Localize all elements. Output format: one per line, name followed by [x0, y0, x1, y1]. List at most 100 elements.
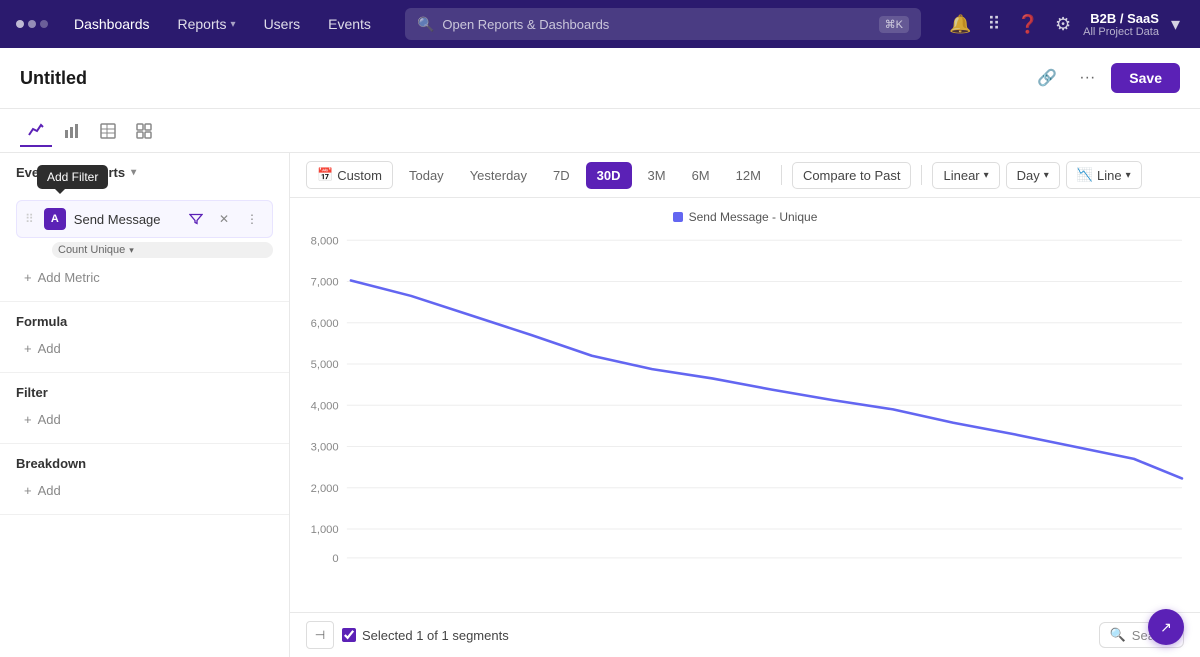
nav-events[interactable]: Events — [318, 12, 381, 36]
collapse-sidebar-button[interactable]: ⊣ — [306, 621, 334, 649]
30d-button[interactable]: 30D — [586, 162, 632, 189]
yesterday-button[interactable]: Yesterday — [460, 163, 537, 188]
custom-date-button[interactable]: 📅 Custom — [306, 161, 393, 189]
collapse-icon: ⊣ — [315, 628, 325, 642]
header-actions: 🔗 ··· Save — [1031, 62, 1180, 94]
custom-label: Custom — [337, 168, 382, 183]
events-cohorts-chevron-icon: ▾ — [131, 167, 136, 178]
nav-dashboards[interactable]: Dashboards — [64, 12, 160, 36]
add-breakdown-button[interactable]: + Add — [16, 479, 273, 502]
legend-text: Send Message - Unique — [689, 210, 818, 224]
nav-reports[interactable]: Reports ▾ — [168, 12, 246, 36]
project-sub: All Project Data — [1083, 26, 1159, 38]
metric-badge: A — [44, 208, 66, 230]
tab-table[interactable] — [92, 115, 124, 147]
share-link-button[interactable]: 🔗 — [1031, 62, 1063, 94]
metric-name: Send Message — [74, 212, 176, 227]
apps-icon[interactable]: ⠿ — [983, 10, 1004, 39]
chart-toolbar: 📅 Custom Today Yesterday 7D 30D 3M 6M 12… — [290, 153, 1200, 198]
add-filter-button[interactable]: + Add — [16, 408, 273, 431]
tooltip-text: Add Filter — [47, 170, 98, 184]
line-chart-small-icon: 📉 — [1077, 167, 1093, 183]
compare-to-past-button[interactable]: Compare to Past — [792, 162, 912, 189]
nav-users[interactable]: Users — [254, 12, 311, 36]
segment-checkbox[interactable] — [342, 628, 356, 642]
svg-text:5,000: 5,000 — [311, 359, 339, 371]
line-type-button[interactable]: 📉 Line ▾ — [1066, 161, 1142, 189]
7d-button[interactable]: 7D — [543, 163, 580, 188]
add-metric-plus-icon: + — [24, 270, 32, 285]
project-name: B2B / SaaS — [1083, 11, 1159, 26]
sidebar: Events & Cohorts ▾ Add Filter ⠿ A Send M… — [0, 153, 290, 657]
6m-button[interactable]: 6M — [682, 163, 720, 188]
line-chevron-icon: ▾ — [1126, 170, 1131, 181]
breakdown-section: Breakdown + Add — [0, 444, 289, 515]
metric-item: Add Filter ⠿ A Send Message ✕ ⋮ — [16, 200, 273, 238]
reports-chevron-icon: ▾ — [231, 19, 236, 30]
linear-label: Linear — [943, 168, 979, 183]
settings-icon[interactable]: ⚙ — [1051, 10, 1075, 39]
add-metric-button[interactable]: + Add Metric — [16, 266, 273, 289]
filter-label: Filter — [16, 385, 273, 400]
svg-text:8,000: 8,000 — [311, 235, 339, 247]
more-options-button[interactable]: ··· — [1071, 62, 1103, 94]
project-chevron-icon[interactable]: ▾ — [1167, 10, 1184, 39]
toolbar-divider — [781, 165, 782, 185]
add-breakdown-plus-icon: + — [24, 483, 32, 498]
segment-info: Selected 1 of 1 segments — [342, 628, 509, 643]
bar-chart-icon — [63, 122, 81, 140]
project-info[interactable]: B2B / SaaS All Project Data — [1083, 11, 1159, 38]
notifications-icon[interactable]: 🔔 — [945, 10, 975, 39]
svg-text:1,000: 1,000 — [311, 524, 339, 536]
filter-section: Filter + Add — [0, 373, 289, 444]
chart-area: 📅 Custom Today Yesterday 7D 30D 3M 6M 12… — [290, 153, 1200, 657]
3m-button[interactable]: 3M — [638, 163, 676, 188]
metric-more-button[interactable]: ⋮ — [240, 207, 264, 231]
page-header: Untitled 🔗 ··· Save — [0, 48, 1200, 109]
add-filter-plus-icon: + — [24, 412, 32, 427]
logo-dot-3 — [40, 20, 48, 28]
line-label: Line — [1097, 168, 1122, 183]
tab-line-chart[interactable] — [20, 115, 52, 147]
12m-button[interactable]: 12M — [726, 163, 771, 188]
tab-grid[interactable] — [128, 115, 160, 147]
share-fab-button[interactable]: ↗ — [1148, 609, 1184, 645]
tab-bar-chart[interactable] — [56, 115, 88, 147]
svg-text:2,000: 2,000 — [311, 483, 339, 495]
formula-section: Formula + Add — [0, 302, 289, 373]
formula-label: Formula — [16, 314, 273, 329]
events-cohorts-section: Events & Cohorts ▾ Add Filter ⠿ A Send M… — [0, 153, 289, 302]
search-placeholder-text: Open Reports & Dashboards — [442, 17, 609, 32]
remove-metric-button[interactable]: ✕ — [212, 207, 236, 231]
calendar-icon: 📅 — [317, 167, 333, 183]
chart-legend: Send Message - Unique — [306, 210, 1184, 224]
today-button[interactable]: Today — [399, 163, 454, 188]
topnav-right: 🔔 ⠿ ❓ ⚙ B2B / SaaS All Project Data ▾ — [945, 10, 1184, 39]
help-icon[interactable]: ❓ — [1013, 10, 1043, 39]
global-search[interactable]: 🔍 Open Reports & Dashboards ⌘K — [405, 8, 921, 40]
count-unique-badge[interactable]: Count Unique ▾ — [52, 242, 273, 258]
count-unique-chevron-icon: ▾ — [129, 245, 134, 256]
svg-text:4,000: 4,000 — [311, 400, 339, 412]
count-unique-label: Count Unique — [58, 244, 125, 256]
day-button[interactable]: Day ▾ — [1006, 162, 1060, 189]
save-button[interactable]: Save — [1111, 63, 1180, 93]
filter-button[interactable] — [184, 207, 208, 231]
add-formula-button[interactable]: + Add — [16, 337, 273, 360]
add-filter-tooltip: Add Filter — [37, 165, 108, 189]
breakdown-label: Breakdown — [16, 456, 273, 471]
logo-dot-2 — [28, 20, 36, 28]
linear-chevron-icon: ▾ — [984, 170, 989, 181]
add-metric-label: Add Metric — [38, 270, 100, 285]
logo[interactable] — [16, 20, 48, 28]
chart-type-tabs — [0, 109, 1200, 153]
page-title: Untitled — [20, 68, 1031, 89]
svg-text:7,000: 7,000 — [311, 277, 339, 289]
search-shortcut: ⌘K — [879, 16, 909, 33]
line-chart-icon — [27, 121, 45, 139]
drag-handle-icon[interactable]: ⠿ — [25, 212, 34, 226]
svg-text:6,000: 6,000 — [311, 318, 339, 330]
add-formula-label: Add — [38, 341, 61, 356]
logo-dot-1 — [16, 20, 24, 28]
linear-button[interactable]: Linear ▾ — [932, 162, 999, 189]
